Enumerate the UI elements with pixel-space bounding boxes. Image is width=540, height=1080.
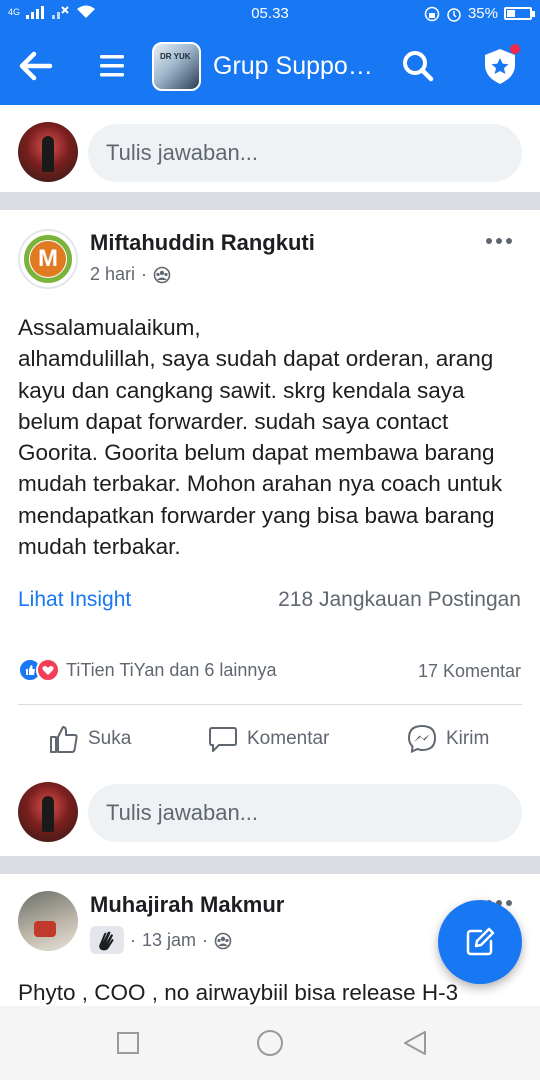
alarm-icon [447,7,461,22]
love-reaction-icon [36,658,60,682]
meta-separator: · [202,930,209,950]
circle-icon [257,1030,283,1056]
battery-icon [504,7,535,20]
search-icon [403,51,434,82]
post-time[interactable]: 2 hari [90,264,135,285]
square-icon [117,1032,139,1054]
post-author-avatar[interactable]: M [18,229,78,289]
post-author-avatar[interactable] [18,891,78,951]
status-bar: 4G 05.33 35% [0,0,540,28]
messenger-icon [407,724,437,754]
reply-composer-bottom: Tulis jawaban... [0,768,540,852]
section-divider [0,192,540,210]
post-time[interactable]: 13 jam [142,930,196,951]
post-options-button[interactable] [486,232,514,250]
comment-label: Komentar [247,728,330,749]
action-divider [18,704,522,705]
app-bar: DR YUK Grup Support Coach [0,28,540,105]
group-image-text: DR YUK [160,52,191,61]
more-dot-icon [496,238,502,244]
section-divider [0,856,540,874]
insight-link[interactable]: Lihat Insight [18,588,131,612]
comments-count[interactable]: 17 Komentar [418,661,521,682]
battery-percent: 35% [467,5,498,22]
reactors-names: TiTien TiYan dan 6 lainnya [66,659,277,680]
recents-button[interactable] [115,1030,143,1058]
reply-composer-top: Tulis jawaban... [0,108,540,192]
post-author-name[interactable]: Miftahuddin Rangkuti [90,230,315,256]
post-body: Assalamualaikum, alhamdulillah, saya sud… [18,315,503,560]
comment-bubble-icon [209,727,237,752]
like-button[interactable]: Suka [48,722,131,756]
home-button[interactable] [256,1030,284,1058]
like-label: Suka [88,728,132,749]
compose-post-button[interactable] [438,900,522,984]
triangle-back-icon [404,1031,426,1055]
group-audience-icon [153,266,171,283]
meta-separator: · [141,264,148,284]
post-author-name[interactable]: Muhajirah Makmur [90,892,284,918]
more-dot-icon [486,238,492,244]
post-meta: · 13 jam · [130,930,232,951]
arrow-left-icon [19,51,53,81]
lock-rotation-icon [424,6,440,21]
more-dot-icon [506,238,512,244]
search-button[interactable] [400,48,436,84]
hamburger-icon [100,55,124,77]
reactions-summary[interactable]: TiTien TiYan dan 6 lainnya [18,658,276,682]
post-body: Phyto , COO , no airwaybiil bisa release… [18,980,459,1005]
member-badge-icon[interactable] [90,926,124,954]
edit-pencil-icon [466,927,495,956]
menu-button[interactable] [96,50,128,82]
system-nav-bar [0,1006,540,1080]
comment-button[interactable]: Komentar [207,722,329,756]
group-title[interactable]: Grup Support Coach [213,52,378,81]
post-reach: 218 Jangkauan Postingan [278,588,521,611]
notification-dot [510,44,520,54]
avatar[interactable] [18,782,78,842]
avatar-letter: M [30,241,66,277]
wave-hand-icon [99,931,114,951]
send-button[interactable]: Kirim [406,722,489,756]
group-cover-image[interactable]: DR YUK [152,42,201,91]
reply-input[interactable]: Tulis jawaban... [88,784,522,842]
group-audience-icon [214,932,232,949]
meta-separator: · [130,930,136,950]
back-nav-button[interactable] [402,1030,430,1058]
send-label: Kirim [446,728,490,749]
more-dot-icon [506,900,512,906]
back-button[interactable] [16,48,56,84]
post-meta: 2 hari · [90,264,171,285]
avatar[interactable] [18,122,78,182]
thumbs-up-icon [50,726,78,753]
reply-input[interactable]: Tulis jawaban... [88,124,522,182]
